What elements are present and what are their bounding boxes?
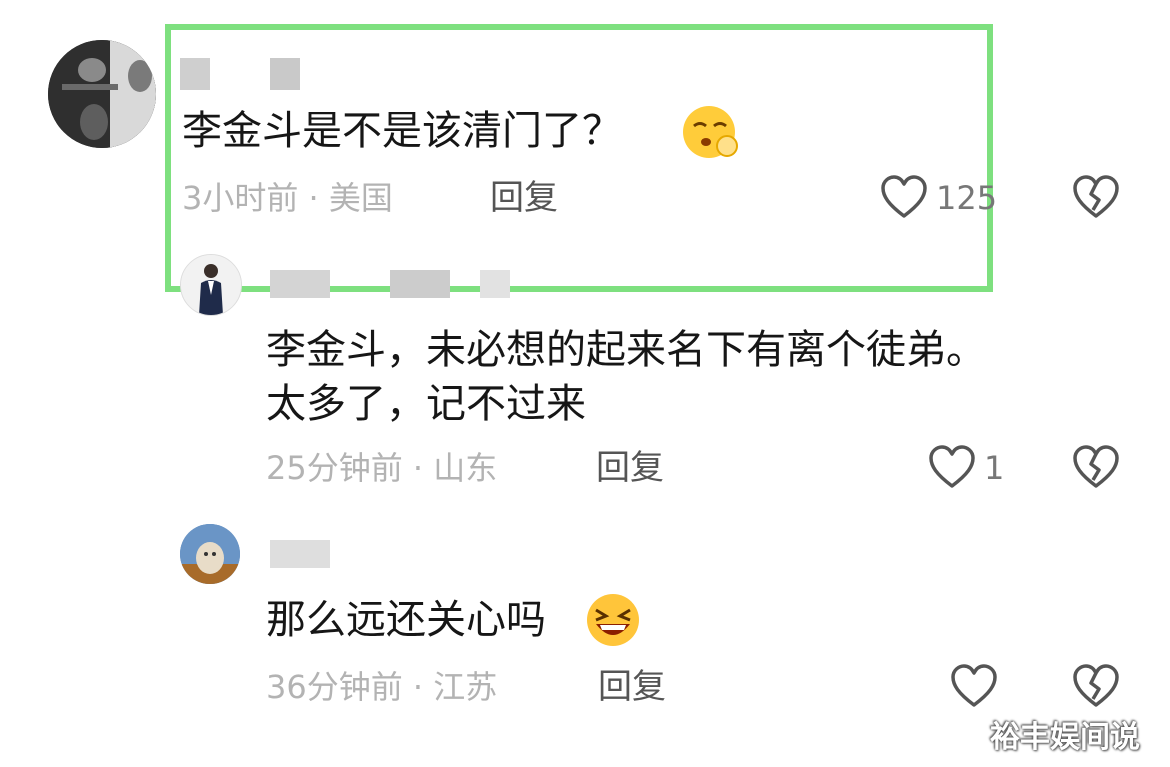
- avatar[interactable]: [180, 254, 242, 316]
- heart-icon: [881, 175, 927, 218]
- laughing-face-emoji-icon: [584, 592, 642, 648]
- broken-heart-icon: [1073, 175, 1119, 218]
- username-redacted: [480, 270, 510, 298]
- like-button[interactable]: [928, 444, 976, 490]
- dislike-button[interactable]: [1072, 174, 1120, 220]
- like-button[interactable]: [880, 174, 928, 220]
- timestamp: 3小时前: [182, 179, 299, 217]
- comment-meta: 36分钟前 · 江苏: [266, 667, 497, 707]
- like-count: 125: [936, 179, 998, 217]
- comment-text: 那么远还关心吗: [266, 597, 546, 643]
- comment-text: 太多了，记不过来: [266, 381, 586, 427]
- dislike-button[interactable]: [1072, 663, 1120, 709]
- cat-photo-avatar-icon: [48, 40, 156, 148]
- location: 江苏: [433, 668, 498, 706]
- timestamp: 25分钟前: [266, 449, 403, 487]
- comment-text: 李金斗是不是该清门了？: [182, 108, 622, 154]
- reply-button[interactable]: 回复: [598, 667, 666, 707]
- comment-meta: 25分钟前 · 山东: [266, 448, 497, 488]
- meta-separator: ·: [412, 668, 424, 706]
- watermark: 裕丰娱间说: [990, 720, 1140, 755]
- comment-text: 李金斗，未必想的起来名下有离个徒弟。: [266, 327, 986, 373]
- location: 美国: [328, 179, 393, 217]
- heart-icon: [951, 664, 997, 707]
- username-redacted: [390, 270, 450, 298]
- meta-separator: ·: [308, 179, 319, 217]
- avatar[interactable]: [48, 40, 156, 148]
- broken-heart-icon: [1073, 664, 1119, 707]
- broken-heart-icon: [1073, 445, 1119, 488]
- timestamp: 36分钟前: [266, 668, 403, 706]
- username-redacted: [180, 58, 210, 90]
- heart-icon: [929, 445, 975, 488]
- reply-button[interactable]: 回复: [490, 178, 558, 218]
- username-redacted: [270, 58, 300, 90]
- cat-photo-avatar-icon: [180, 524, 240, 584]
- comment-meta: 3小时前 · 美国: [182, 178, 393, 218]
- shushing-face-emoji-icon: [682, 104, 740, 160]
- username-redacted: [270, 540, 330, 568]
- reply-button[interactable]: 回复: [596, 448, 664, 488]
- username-redacted: [270, 270, 330, 298]
- dislike-button[interactable]: [1072, 444, 1120, 490]
- meta-separator: ·: [412, 449, 424, 487]
- man-in-suit-avatar-icon: [181, 255, 241, 315]
- like-button[interactable]: [950, 663, 998, 709]
- avatar[interactable]: [180, 524, 240, 584]
- like-count: 1: [984, 449, 1005, 487]
- location: 山东: [433, 449, 498, 487]
